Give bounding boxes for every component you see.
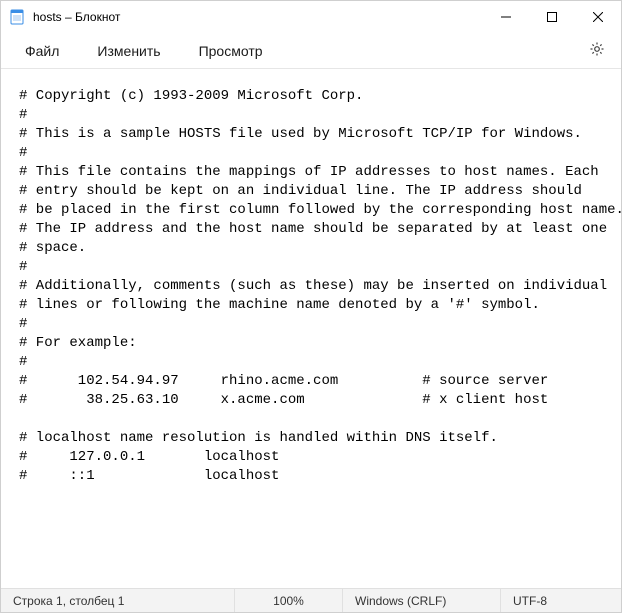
menubar: Файл Изменить Просмотр xyxy=(1,33,621,69)
text-editor[interactable]: # Copyright (c) 1993-2009 Microsoft Corp… xyxy=(1,69,621,588)
status-line-ending: Windows (CRLF) xyxy=(343,589,501,612)
window-title: hosts – Блокнот xyxy=(33,10,120,24)
close-button[interactable] xyxy=(575,1,621,33)
settings-button[interactable] xyxy=(581,35,613,67)
status-encoding: UTF-8 xyxy=(501,589,621,612)
maximize-button[interactable] xyxy=(529,1,575,33)
gear-icon xyxy=(589,41,605,60)
window: hosts – Блокнот Файл Изменить Просмотр xyxy=(0,0,622,613)
status-caret-position: Строка 1, столбец 1 xyxy=(1,589,235,612)
menu-item-edit[interactable]: Изменить xyxy=(87,37,170,65)
notepad-icon xyxy=(9,9,25,25)
statusbar: Строка 1, столбец 1 100% Windows (CRLF) … xyxy=(1,588,621,612)
window-controls xyxy=(483,1,621,33)
status-zoom[interactable]: 100% xyxy=(235,589,343,612)
minimize-button[interactable] xyxy=(483,1,529,33)
menu-item-file[interactable]: Файл xyxy=(15,37,69,65)
titlebar: hosts – Блокнот xyxy=(1,1,621,33)
menu-item-view[interactable]: Просмотр xyxy=(189,37,273,65)
